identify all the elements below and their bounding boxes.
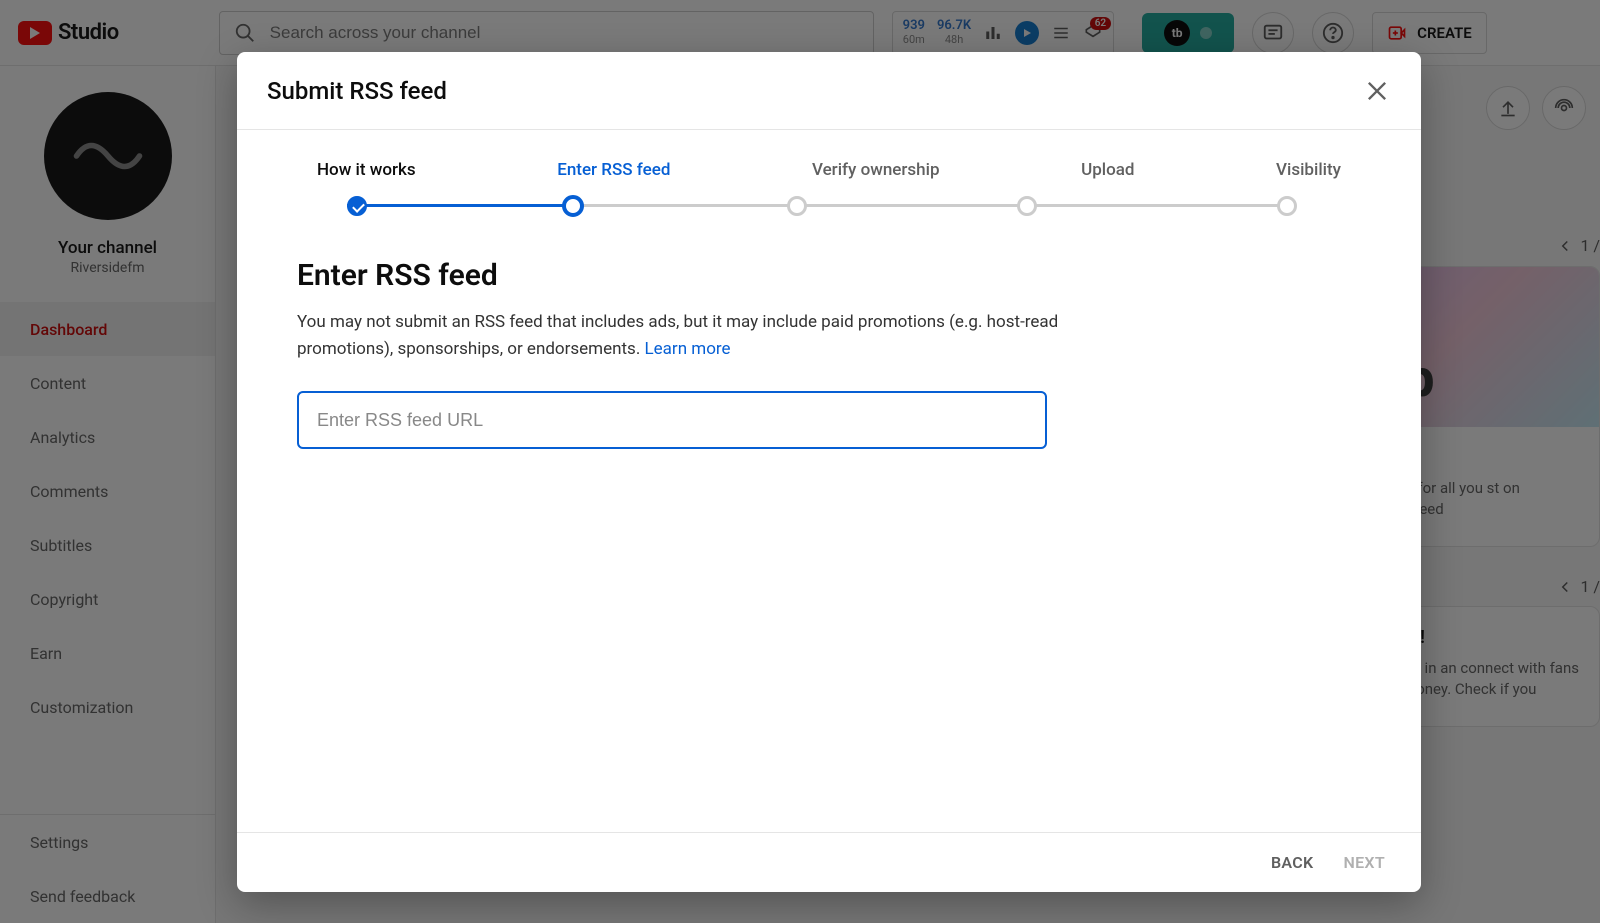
modal-header: Submit RSS feed [237,52,1421,130]
step-dot-active [562,195,584,217]
step-dot-done [347,196,367,216]
modal-body: Enter RSS feed You may not submit an RSS… [237,218,1421,832]
step-dot [1277,196,1297,216]
section-title: Enter RSS feed [297,258,1361,293]
stepper-track [317,194,1341,218]
modal-title: Submit RSS feed [267,77,447,105]
step-dot [787,196,807,216]
back-button[interactable]: BACK [1271,853,1314,872]
step-visibility: Visibility [1276,160,1341,180]
step-verify: Verify ownership [812,160,940,180]
next-button[interactable]: NEXT [1343,853,1385,872]
step-upload: Upload [1081,160,1134,180]
step-enter-rss[interactable]: Enter RSS feed [557,160,670,180]
stepper: How it works Enter RSS feed Verify owner… [237,130,1421,218]
modal-footer: BACK NEXT [237,832,1421,892]
learn-more-link[interactable]: Learn more [645,339,731,359]
step-how-it-works[interactable]: How it works [317,160,416,180]
step-dot [1017,196,1037,216]
section-text: You may not submit an RSS feed that incl… [297,309,1067,363]
rss-url-input[interactable] [297,391,1047,449]
submit-rss-modal: Submit RSS feed How it works Enter RSS f… [237,52,1421,892]
close-icon[interactable] [1363,77,1391,105]
